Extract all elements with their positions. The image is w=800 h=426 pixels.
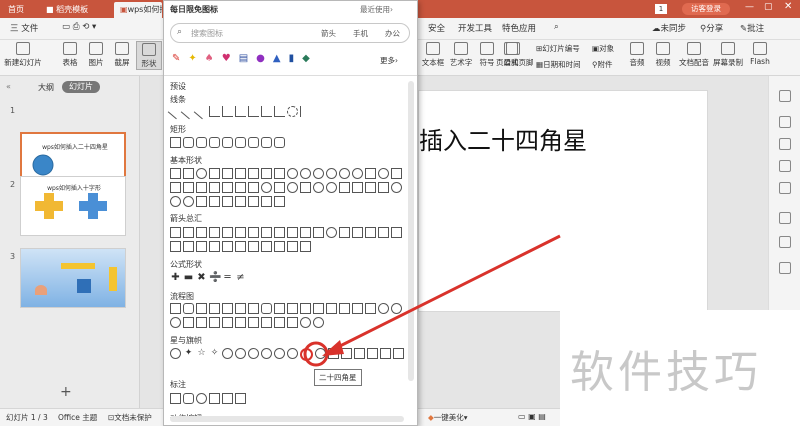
highlight-circle: [303, 341, 329, 367]
watermark-panel: 软件技巧: [560, 310, 800, 426]
watermark-text: 软件技巧: [570, 347, 762, 398]
annotation-arrow: [327, 234, 561, 354]
